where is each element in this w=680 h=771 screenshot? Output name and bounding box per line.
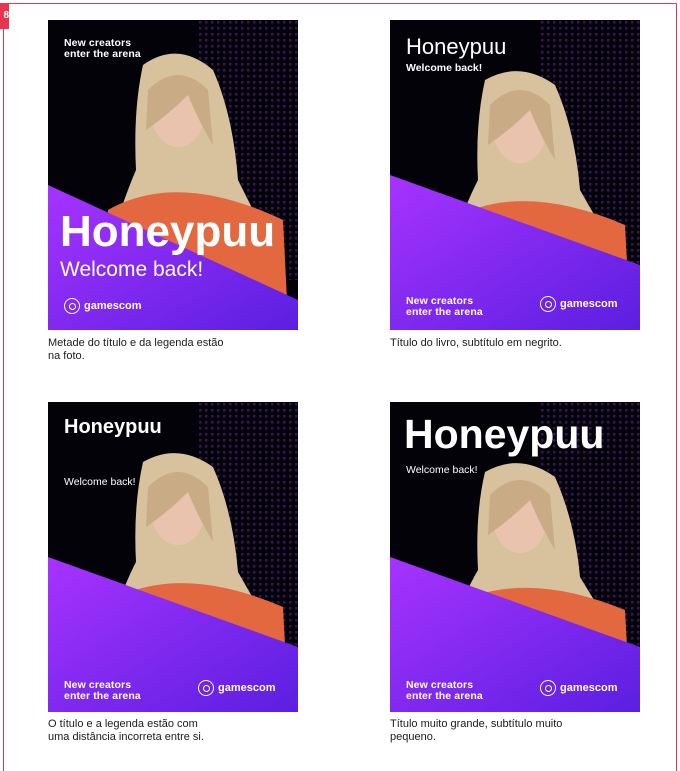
caption-1: Metade do título e da legenda estão na f… — [48, 337, 224, 362]
gamescom-logo: gamescom — [540, 680, 617, 696]
caption-4: Título muito grande, subtítulo muito peq… — [390, 718, 563, 743]
location-pin-icon — [540, 296, 556, 312]
poster-subtitle: Welcome back! — [60, 258, 204, 281]
poster-text-layer: Honeypuu Welcome back! New creators ente… — [390, 402, 640, 712]
poster-subtitle: Welcome back! — [64, 476, 136, 488]
poster-tagline: New creators enter the arena — [64, 679, 141, 702]
location-pin-icon — [540, 680, 556, 696]
gamescom-logo: gamescom — [64, 298, 141, 314]
poster-tagline: New creators enter the arena — [64, 37, 141, 60]
poster-example-4: Honeypuu Welcome back! New creators ente… — [390, 402, 640, 712]
gamescom-logo: gamescom — [198, 680, 275, 696]
poster-text-layer: Honeypuu Welcome back! New creators ente… — [48, 402, 298, 712]
poster-example-3: Honeypuu Welcome back! New creators ente… — [48, 402, 298, 712]
poster-title: Honeypuu — [404, 411, 605, 457]
poster-title: Honeypuu — [406, 34, 507, 59]
caption-2: Título do livro, subtítulo em negrito. — [390, 337, 562, 349]
poster-text-layer: New creators enter the arena Honeypuu We… — [48, 20, 298, 330]
poster-title: Honeypuu — [64, 416, 162, 438]
poster-subtitle: Welcome back! — [406, 62, 483, 74]
location-pin-icon — [64, 298, 80, 314]
poster-example-1: New creators enter the arena Honeypuu We… — [48, 20, 298, 330]
poster-example-2: Honeypuu Welcome back! New creators ente… — [390, 20, 640, 330]
page-number-tab: 8 — [0, 3, 9, 29]
poster-subtitle: Welcome back! — [406, 464, 478, 476]
poster-text-layer: Honeypuu Welcome back! New creators ente… — [390, 20, 640, 330]
gamescom-logo: gamescom — [540, 296, 617, 312]
poster-tagline: New creators enter the arena — [406, 295, 483, 318]
location-pin-icon — [198, 680, 214, 696]
poster-title: Honeypuu — [60, 207, 276, 256]
poster-tagline: New creators enter the arena — [406, 679, 483, 702]
caption-3: O título e a legenda estão com uma distâ… — [48, 718, 204, 743]
